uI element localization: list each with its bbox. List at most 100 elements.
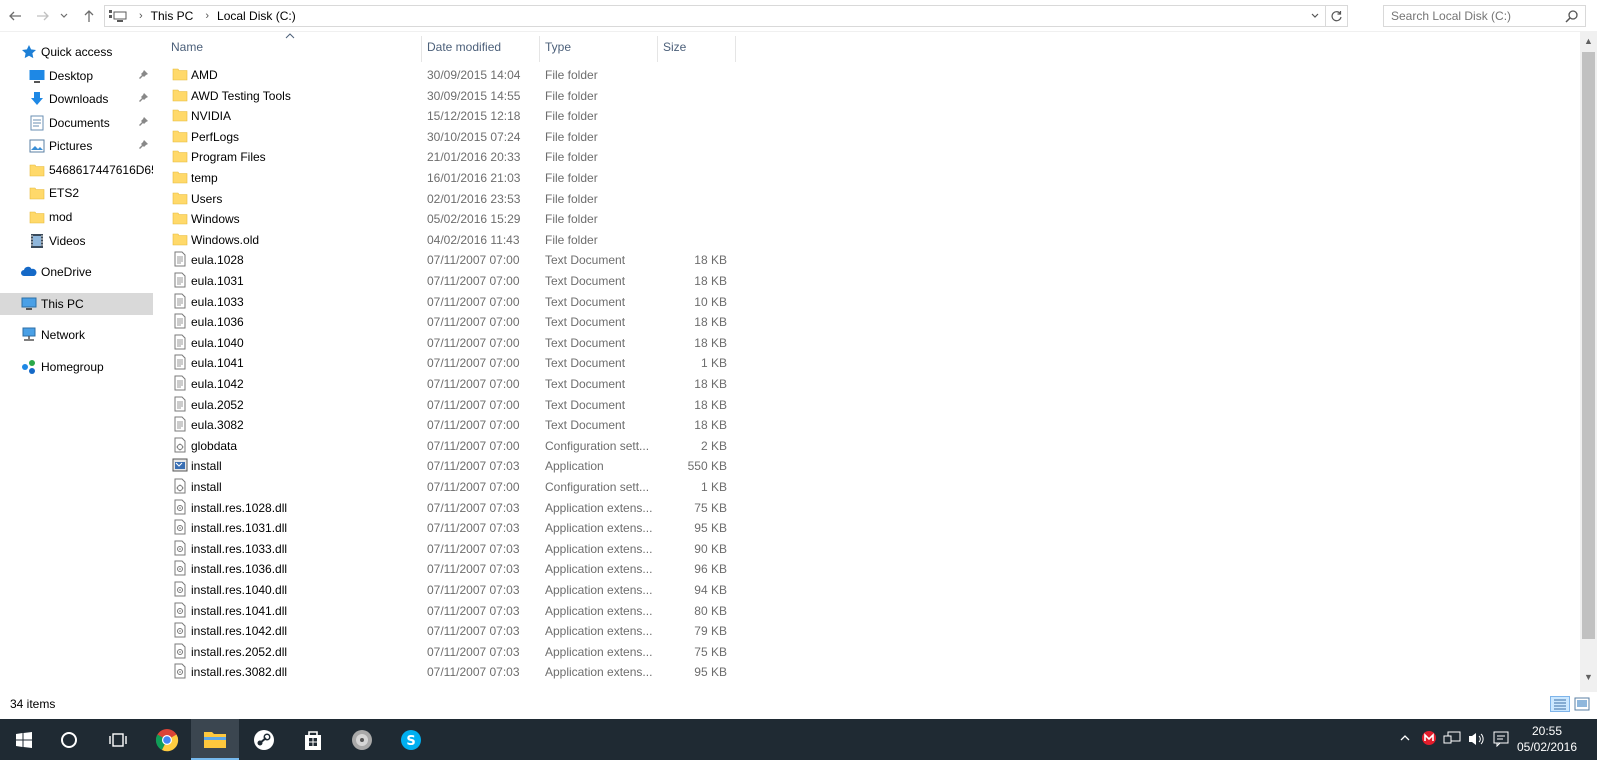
file-row[interactable]: install.res.1033.dll 07/11/2007 07:03 Appl… [158,538,758,558]
file-row[interactable]: Program Files 21/01/2016 20:33 File folder [158,146,758,166]
nav-this-pc[interactable]: This PC [0,293,153,315]
up-arrow-icon[interactable] [79,6,99,26]
file-row[interactable]: Windows 05/02/2016 15:29 File folder [158,208,758,228]
file-name: install.res.1036.dll [191,562,288,577]
nav-documents[interactable]: Documents [0,112,153,134]
nav-network[interactable]: Network [0,324,153,346]
file-row[interactable]: eula.1040 07/11/2007 07:00 Text Document 18… [158,332,758,352]
store-icon[interactable] [289,719,337,760]
this-pc-location-icon [109,10,127,22]
steam-icon[interactable] [240,719,288,760]
file-row[interactable]: install 07/11/2007 07:00 Configuration set… [158,476,758,496]
search-icon[interactable] [1565,9,1579,23]
refresh-icon[interactable] [1325,5,1347,27]
file-row[interactable]: install.res.1031.dll 07/11/2007 07:03 Appl… [158,517,758,537]
task-view-icon[interactable] [94,719,142,760]
nav-folder-ets2[interactable]: ETS2 [0,182,153,204]
file-date-modified: 07/11/2007 07:03 [427,665,520,680]
nav-folder-mod[interactable]: mod [0,206,153,228]
network-tray-icon[interactable] [1443,731,1461,750]
recent-locations-chevron-icon[interactable] [57,6,71,26]
file-row[interactable]: Users 02/01/2016 23:53 File folder [158,188,758,208]
file-row[interactable]: eula.1031 07/11/2007 07:00 Text Document 18… [158,270,758,290]
taskbar: S 20:55 05/02/2016 [0,719,1597,760]
file-row[interactable]: PerfLogs 30/10/2015 07:24 File folder [158,126,758,146]
column-divider[interactable] [735,36,736,62]
file-row[interactable]: AMD 30/09/2015 14:04 File folder [158,64,758,84]
search-input[interactable] [1391,9,1561,23]
nav-onedrive[interactable]: OneDrive [0,261,153,283]
scrollbar-thumb[interactable] [1582,52,1595,639]
large-icons-view-icon[interactable] [1574,696,1590,712]
nav-videos[interactable]: Videos [0,230,153,252]
address-dropdown-icon[interactable] [1307,8,1323,24]
nav-quick-access[interactable]: Quick access [0,41,153,63]
file-type: Text Document [545,294,626,309]
file-size: 18 KB [694,335,727,350]
file-row[interactable]: globdata 07/11/2007 07:00 Configuration se… [158,435,758,455]
file-row[interactable]: Windows.old 04/02/2016 11:43 File folder [158,229,758,249]
file-size: 10 KB [694,294,727,309]
file-name: eula.1036 [191,315,244,330]
file-date-modified: 07/11/2007 07:00 [427,480,520,494]
nav-folder-hex[interactable]: 5468617447616D657 [0,159,153,181]
file-name: install.res.1040.dll [191,583,288,597]
file-row[interactable]: install 07/11/2007 07:03 Application 550 KB [158,455,758,475]
file-row[interactable]: eula.3082 07/11/2007 07:00 Text Document 18… [158,414,758,434]
file-row[interactable]: install.res.1042.dll 07/11/2007 07:03 Appl… [158,620,758,640]
file-row[interactable]: eula.1028 07/11/2007 07:00 Text Document 18… [158,249,758,269]
vertical-scrollbar[interactable]: ▲ ▼ [1580,32,1597,692]
scroll-up-arrow-icon[interactable]: ▲ [1580,36,1597,50]
file-row[interactable]: AWD Testing Tools 30/09/2015 14:55 File fo… [158,85,758,105]
nav-homegroup[interactable]: Homegroup [0,356,153,378]
file-row[interactable]: eula.1033 07/11/2007 07:00 Text Document 10… [158,291,758,311]
nav-desktop[interactable]: Desktop [0,65,153,87]
show-hidden-icons-chevron-icon[interactable] [1399,731,1411,747]
disc-app-icon[interactable] [338,719,386,760]
file-name: install.res.1033.dll [191,541,288,556]
details-view-icon[interactable] [1550,696,1570,712]
file-row[interactable]: eula.1041 07/11/2007 07:00 Text Document 1 … [158,352,758,372]
breadcrumb-local-disk[interactable]: Local Disk (C:) [217,9,296,23]
nav-downloads[interactable]: Downloads [0,88,153,110]
scroll-down-arrow-icon[interactable]: ▼ [1580,672,1597,686]
chrome-icon[interactable] [143,719,191,760]
file-type: File folder [545,150,598,165]
file-row[interactable]: install.res.1036.dll 07/11/2007 07:03 Appl… [158,558,758,578]
address-bar[interactable]: › This PC › Local Disk (C:) [104,5,1348,27]
file-row[interactable]: NVIDIA 15/12/2015 12:18 File folder [158,105,758,125]
file-row[interactable]: install.res.1040.dll 07/11/2007 07:03 Appl… [158,579,758,599]
file-row[interactable]: eula.1036 07/11/2007 07:00 Text Document 18… [158,311,758,331]
file-date-modified: 04/02/2016 11:43 [427,232,520,247]
file-type: File folder [545,109,598,124]
file-row[interactable]: temp 16/01/2016 21:03 File folder [158,167,758,187]
file-date-modified: 07/11/2007 07:03 [427,562,520,577]
show-desktop-button[interactable] [1565,719,1597,760]
column-header-size[interactable]: Size [651,32,731,62]
file-row[interactable]: eula.1042 07/11/2007 07:00 Text Document 18… [158,373,758,393]
search-box[interactable] [1383,5,1586,27]
file-explorer-icon[interactable] [191,719,239,760]
file-row[interactable]: install.res.2052.dll 07/11/2007 07:03 Appl… [158,641,758,661]
skype-icon[interactable]: S [387,719,435,760]
mcafee-tray-icon[interactable] [1421,730,1437,749]
file-row[interactable]: eula.2052 07/11/2007 07:00 Text Document 18… [158,394,758,414]
folder-icon [172,231,188,247]
column-header-type[interactable]: Type [533,32,653,62]
action-center-message-icon[interactable] [1493,731,1509,750]
file-size: 18 KB [694,397,727,412]
nav-pictures[interactable]: Pictures [0,135,153,157]
file-row[interactable]: install.res.3082.dll 07/11/2007 07:03 Appl… [158,661,758,681]
pin-icon [139,93,148,104]
cortana-icon[interactable] [45,719,93,760]
back-arrow-icon[interactable] [5,6,25,26]
file-size: 18 KB [694,418,727,433]
volume-icon[interactable] [1468,731,1486,750]
file-row[interactable]: install.res.1041.dll 07/11/2007 07:03 Appl… [158,600,758,620]
column-header-name[interactable]: Name [159,32,421,62]
start-icon[interactable] [0,719,48,760]
column-header-date[interactable]: Date modified [415,32,535,62]
forward-arrow-icon[interactable] [33,6,53,26]
breadcrumb-this-pc[interactable]: This PC [151,9,194,23]
file-row[interactable]: install.res.1028.dll 07/11/2007 07:03 Appl… [158,497,758,517]
